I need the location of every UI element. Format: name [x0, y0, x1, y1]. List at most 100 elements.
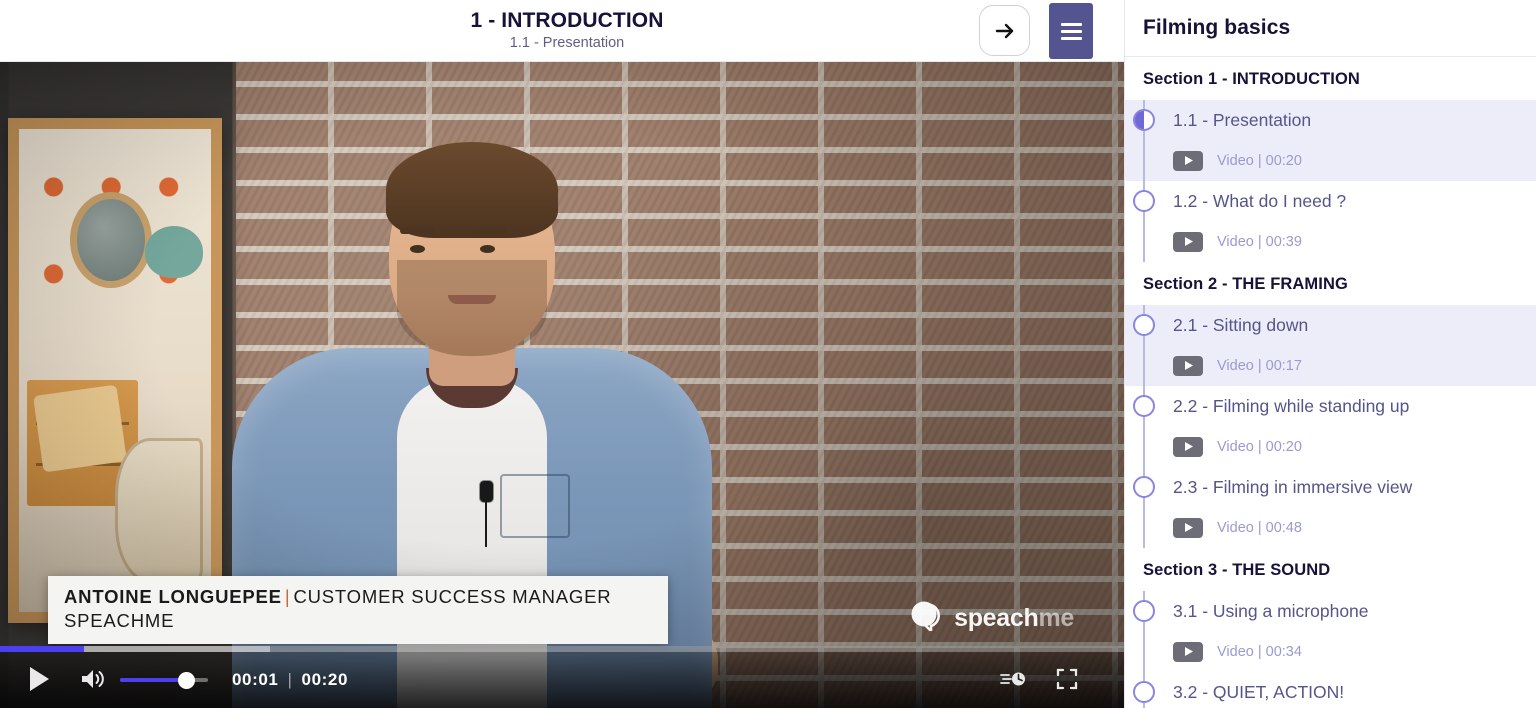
lapel-microphone	[480, 481, 493, 547]
play-icon[interactable]	[1173, 150, 1203, 171]
lesson-status-in-progress-icon	[1133, 109, 1155, 131]
controls-row: 00:01 | 00:20	[0, 652, 1124, 708]
lesson-header: 1 - INTRODUCTION 1.1 - Presentation	[0, 0, 1124, 62]
lesson-status-not-started-icon	[1133, 681, 1155, 703]
poster-cushion	[33, 384, 128, 473]
play-icon[interactable]	[1173, 231, 1203, 252]
lesson-status-not-started-icon	[1133, 190, 1155, 212]
course-outline[interactable]: Section 1 - INTRODUCTION 1.1 - Presentati…	[1125, 57, 1536, 708]
course-sidebar: Filming basics Section 1 - INTRODUCTION 1…	[1124, 0, 1536, 708]
lesson-meta-row: Video | 00:48	[1143, 507, 1518, 548]
section-heading: Section 1 - INTRODUCTION	[1125, 57, 1536, 100]
lesson-title-row[interactable]: 1.2 - What do I need ?	[1143, 181, 1518, 221]
sidebar-header: Filming basics	[1125, 0, 1536, 57]
presenter-eye-right	[480, 245, 495, 253]
fullscreen-icon	[1055, 667, 1079, 694]
speech-bubble-icon	[911, 601, 945, 636]
lesson-meta-row: Video | 00:39	[1143, 221, 1518, 262]
lesson-meta-row: Video | 00:34	[1143, 631, 1518, 672]
lesson-status-not-started-icon	[1133, 395, 1155, 417]
video-player[interactable]: ANTOINE LONGUEPEE | CUSTOMER SUCCESS MANAG…	[0, 62, 1124, 708]
lesson-title: 3.1 - Using a microphone	[1173, 600, 1369, 621]
lesson-title: 2.2 - Filming while standing up	[1173, 395, 1410, 416]
page-title: 1 - INTRODUCTION	[470, 8, 664, 32]
fullscreen-button[interactable]	[1054, 667, 1080, 693]
poster-chair	[115, 438, 204, 584]
lesson-item[interactable]: 2.3 - Filming in immersive view Video | 0…	[1125, 467, 1536, 548]
lesson-title-row[interactable]: 2.2 - Filming while standing up	[1143, 386, 1518, 426]
lesson-meta: Video | 00:34	[1217, 643, 1302, 660]
menu-bar-2	[1060, 29, 1082, 33]
time-display: 00:01 | 00:20	[232, 670, 348, 690]
current-time: 00:01	[232, 670, 279, 689]
presenter-mouth	[448, 295, 496, 304]
section-heading: Section 3 - THE SOUND	[1125, 548, 1536, 591]
playback-speed-icon	[1000, 667, 1028, 694]
menu-bar-3	[1060, 36, 1082, 40]
lesson-item[interactable]: 2.1 - Sitting down Video | 00:17	[1125, 305, 1536, 386]
lesson-item[interactable]: 3.2 - QUIET, ACTION!	[1125, 672, 1536, 708]
lesson-item[interactable]: 1.1 - Presentation Video | 00:20	[1125, 100, 1536, 181]
course-title: Filming basics	[1143, 16, 1291, 39]
total-time: 00:20	[301, 670, 348, 689]
play-button[interactable]	[22, 663, 56, 697]
lesson-meta: Video | 00:20	[1217, 152, 1302, 169]
lesson-status-not-started-icon	[1133, 314, 1155, 336]
lesson-title: 3.2 - QUIET, ACTION!	[1173, 681, 1345, 702]
lesson-title: 2.1 - Sitting down	[1173, 314, 1309, 335]
lesson-item[interactable]: 2.2 - Filming while standing up Video | 0…	[1125, 386, 1536, 467]
next-lesson-button[interactable]	[979, 5, 1030, 56]
speaker-company: SPEACHME	[64, 610, 175, 631]
play-icon[interactable]	[1173, 436, 1203, 457]
course-player-app: 1 - INTRODUCTION 1.1 - Presentation ANTO…	[0, 0, 1536, 708]
presenter-beard	[397, 260, 547, 356]
lesson-status-not-started-icon	[1133, 476, 1155, 498]
lesson-title-row[interactable]: 1.1 - Presentation	[1143, 100, 1518, 140]
presenter-eyebrow-left	[400, 228, 434, 234]
presenter-shirt-pocket	[500, 474, 570, 538]
lesson-meta: Video | 00:17	[1217, 357, 1302, 374]
menu-bar-1	[1060, 22, 1082, 26]
time-separator: |	[287, 670, 293, 689]
lesson-meta-row: Video | 00:20	[1143, 140, 1518, 181]
volume-icon	[80, 668, 106, 693]
presenter-hair	[386, 142, 558, 238]
poster-teal-shape	[145, 225, 203, 278]
volume-knob[interactable]	[178, 672, 196, 689]
lesson-meta: Video | 00:48	[1217, 519, 1302, 536]
section-heading: Section 2 - THE FRAMING	[1125, 262, 1536, 305]
volume-fill	[120, 678, 184, 682]
lesson-subtitle: 1.1 - Presentation	[509, 34, 625, 51]
presenter-eye-left	[410, 245, 425, 253]
lesson-title-row[interactable]: 3.2 - QUIET, ACTION!	[1143, 672, 1518, 708]
speaker-separator: |	[284, 586, 291, 607]
presenter-eyebrow-right	[472, 228, 506, 234]
lesson-status-not-started-icon	[1133, 600, 1155, 622]
lesson-meta-row: Video | 00:20	[1143, 426, 1518, 467]
speaker-name-line: ANTOINE LONGUEPEE | CUSTOMER SUCCESS MANAG…	[64, 586, 652, 608]
lesson-item[interactable]: 1.2 - What do I need ? Video | 00:39	[1125, 181, 1536, 262]
video-controls-bar: 00:01 | 00:20	[0, 646, 1124, 708]
lesson-title-block: 1 - INTRODUCTION 1.1 - Presentation	[470, 8, 664, 51]
lesson-title: 1.2 - What do I need ?	[1173, 190, 1347, 211]
playback-speed-button[interactable]	[998, 665, 1030, 695]
lesson-title: 1.1 - Presentation	[1173, 109, 1312, 130]
play-icon[interactable]	[1173, 517, 1203, 538]
lesson-title-row[interactable]: 3.1 - Using a microphone	[1143, 591, 1518, 631]
volume-button[interactable]	[78, 665, 108, 695]
lesson-title-row[interactable]: 2.3 - Filming in immersive view	[1143, 467, 1518, 507]
lesson-title-row[interactable]: 2.1 - Sitting down	[1143, 305, 1518, 345]
lesson-meta: Video | 00:39	[1217, 233, 1302, 250]
watermark-text-strong: speach	[954, 604, 1039, 632]
arrow-right-icon	[993, 19, 1017, 43]
hamburger-menu-icon[interactable]	[1049, 3, 1093, 59]
watermark-text: speachme	[954, 604, 1074, 633]
play-icon[interactable]	[1173, 355, 1203, 376]
volume-slider[interactable]	[120, 665, 208, 695]
lesson-meta-row: Video | 00:17	[1143, 345, 1518, 386]
speaker-role: CUSTOMER SUCCESS MANAGER	[293, 586, 612, 607]
play-icon[interactable]	[1173, 641, 1203, 662]
watermark-text-light: me	[1038, 604, 1074, 632]
lesson-item[interactable]: 3.1 - Using a microphone Video | 00:34	[1125, 591, 1536, 672]
speaker-name: ANTOINE LONGUEPEE	[64, 586, 282, 607]
